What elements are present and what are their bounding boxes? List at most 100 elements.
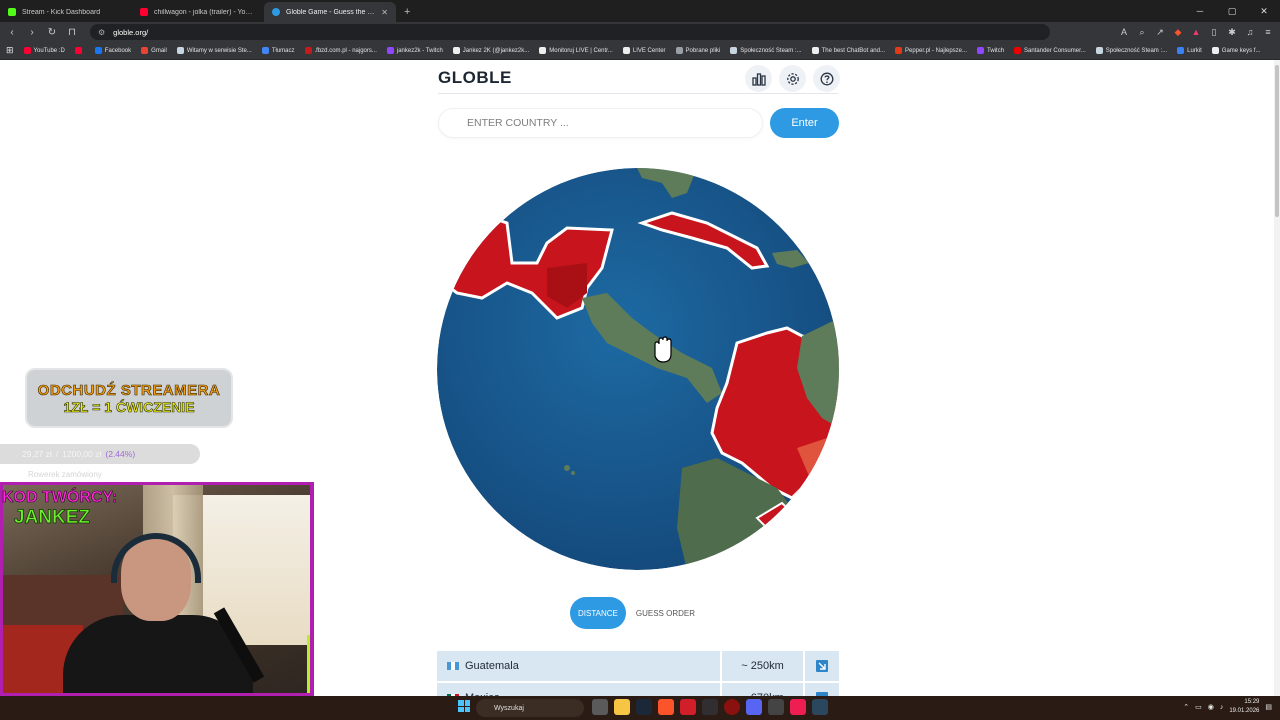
app-circle-icon[interactable]: [724, 699, 740, 715]
bookmark-label: Pobrane pliki: [685, 47, 721, 54]
toggle-distance[interactable]: DISTANCE: [570, 597, 626, 629]
guess-distance: ~ 250km: [722, 651, 803, 681]
bookmark-favicon-icon: [23, 47, 31, 54]
minimize-icon[interactable]: ─: [1184, 0, 1216, 22]
bookmark-favicon-icon: [811, 47, 819, 54]
globle-logo[interactable]: GLOBLE: [438, 68, 512, 88]
extensions-icon[interactable]: ✱: [1226, 24, 1238, 40]
bookmark-item[interactable]: LIVE Center: [622, 47, 666, 54]
bookmark-favicon-icon: [1095, 47, 1103, 54]
tab-kick-dashboard[interactable]: Stream - Kick Dashboard: [0, 2, 132, 22]
tab-youtube[interactable]: chillwagon - jolka (trailer) - YouTube: [132, 2, 264, 22]
goal-subtitle: Rowerek zamówiony: [28, 470, 102, 479]
bookmark-item[interactable]: [74, 47, 85, 54]
new-tab-button[interactable]: +: [396, 2, 418, 22]
bookmark-item[interactable]: The best ChatBot and...: [811, 47, 885, 54]
tiktok-icon[interactable]: [790, 699, 806, 715]
volume-icon[interactable]: ♪: [1220, 704, 1224, 711]
bookmark-label: Monitoruj LIVE | Centr...: [549, 47, 613, 54]
brave-shield-icon[interactable]: ◆: [1172, 24, 1184, 40]
address-bar[interactable]: ⚙ globle.org/: [90, 24, 1050, 40]
zoom-icon[interactable]: ⌕: [1136, 24, 1148, 40]
brave-icon[interactable]: [658, 699, 674, 715]
steam-icon[interactable]: [636, 699, 652, 715]
tab-title: chillwagon - jolka (trailer) - YouTube: [154, 8, 256, 16]
bookmark-item[interactable]: Facebook: [94, 47, 131, 54]
bookmark-favicon-icon: [730, 47, 738, 54]
bookmark-favicon-icon: [74, 47, 82, 54]
bookmark-item[interactable]: Społeczność Steam :...: [1095, 47, 1167, 54]
obs-icon[interactable]: [702, 699, 718, 715]
bookmark-item[interactable]: Witamy w serwisie Ste...: [176, 47, 252, 54]
apps-grid-icon[interactable]: ⊞: [6, 45, 14, 56]
steam-2-icon[interactable]: [812, 699, 828, 715]
bookmark-item[interactable]: Jankez 2K (@jankez2k...: [452, 47, 529, 54]
mic-icon[interactable]: ◉: [1208, 703, 1214, 711]
goal-separator: /: [55, 449, 59, 459]
bookmark-item[interactable]: Twitch: [977, 47, 1004, 54]
tab-globle[interactable]: Globle Game - Guess the Country ✕: [264, 2, 396, 22]
rewards-icon[interactable]: ▲: [1190, 24, 1202, 40]
bookmark-label: Witamy w serwisie Ste...: [186, 47, 252, 54]
sort-toggle: DISTANCE GUESS ORDER: [570, 597, 695, 629]
task-view-icon[interactable]: [592, 699, 608, 715]
tab-title: Globle Game - Guess the Country: [286, 8, 375, 16]
app-red-icon[interactable]: [680, 699, 696, 715]
clock[interactable]: 15:29 19.01.2026: [1229, 698, 1259, 716]
bookmark-item[interactable]: YouTube :D: [23, 47, 65, 54]
file-explorer-icon[interactable]: [614, 699, 630, 715]
bookmark-label: YouTube :D: [33, 47, 65, 54]
forward-icon[interactable]: ›: [24, 24, 40, 40]
bookmark-item[interactable]: jankez2k - Twitch: [386, 47, 443, 54]
notifications-icon[interactable]: ▤: [1265, 703, 1272, 711]
bookmark-item[interactable]: Pepper.pl - Najlepsze...: [894, 47, 967, 54]
bookmark-item[interactable]: Pobrane pliki: [675, 47, 721, 54]
url-text: globle.org/: [113, 27, 149, 37]
toolbar-icons: A ⌕ ↗ ◆ ▲ ▯ ✱ ♫ ≡: [1118, 24, 1274, 40]
enter-button[interactable]: Enter: [770, 108, 839, 138]
bookmark-label: Twitch: [987, 47, 1005, 54]
help-button[interactable]: [813, 65, 840, 92]
site-info-icon[interactable]: ⚙: [98, 28, 105, 37]
tray-chevron-icon[interactable]: ⌃: [1183, 703, 1189, 711]
back-icon[interactable]: ‹: [4, 24, 20, 40]
menu-icon[interactable]: ≡: [1262, 24, 1274, 40]
music-icon[interactable]: ♫: [1244, 24, 1256, 40]
translate-icon[interactable]: A: [1118, 24, 1130, 40]
app-grid-icon[interactable]: [768, 699, 784, 715]
bookmark-favicon-icon: [539, 47, 547, 54]
bookmark-item[interactable]: Monitoruj LIVE | Centr...: [539, 47, 613, 54]
settings-button[interactable]: [779, 65, 806, 92]
windows-start-icon[interactable]: [458, 700, 470, 712]
country-input[interactable]: [438, 108, 763, 138]
window-controls: ─ ▢ ✕: [1184, 0, 1280, 22]
reload-icon[interactable]: ↻: [44, 24, 60, 40]
bookmark-item[interactable]: Lurkit: [1177, 47, 1202, 54]
bookmark-item[interactable]: Społeczność Steam :...: [730, 47, 802, 54]
bookmark-item[interactable]: Game keys f...: [1211, 47, 1260, 54]
bookmark-favicon-icon: [261, 47, 269, 54]
bookmark-item[interactable]: Tłumacz: [261, 47, 295, 54]
bookmark-label: Lurkit: [1187, 47, 1202, 54]
clock-time: 15:29: [1244, 699, 1260, 705]
bookmark-page-icon[interactable]: ⊓: [64, 24, 80, 40]
header-icons: [745, 65, 840, 92]
sidebar-icon[interactable]: ▯: [1208, 24, 1220, 40]
bookmarks-bar: ⊞ YouTube :D Facebook Gmail Witamy w serwis…: [0, 42, 1280, 60]
stats-icon: [751, 72, 766, 86]
globe-map[interactable]: [437, 168, 839, 570]
discord-icon[interactable]: [746, 699, 762, 715]
taskbar-search[interactable]: Wyszukaj: [476, 699, 584, 717]
bookmark-item[interactable]: Gmail: [141, 47, 167, 54]
bookmark-favicon-icon: [141, 47, 149, 54]
close-tab-icon[interactable]: ✕: [381, 8, 388, 17]
share-icon[interactable]: ↗: [1154, 24, 1166, 40]
network-icon[interactable]: ▭: [1195, 703, 1202, 711]
toggle-guess-order[interactable]: GUESS ORDER: [636, 609, 695, 618]
maximize-icon[interactable]: ▢: [1216, 0, 1248, 22]
bookmark-item[interactable]: .fbzd.com.pl - najgors...: [304, 47, 377, 54]
stats-button[interactable]: [745, 65, 772, 92]
close-window-icon[interactable]: ✕: [1248, 0, 1280, 22]
scrollbar-thumb[interactable]: [1275, 65, 1279, 217]
bookmark-item[interactable]: Santander Consumer...: [1014, 47, 1086, 54]
